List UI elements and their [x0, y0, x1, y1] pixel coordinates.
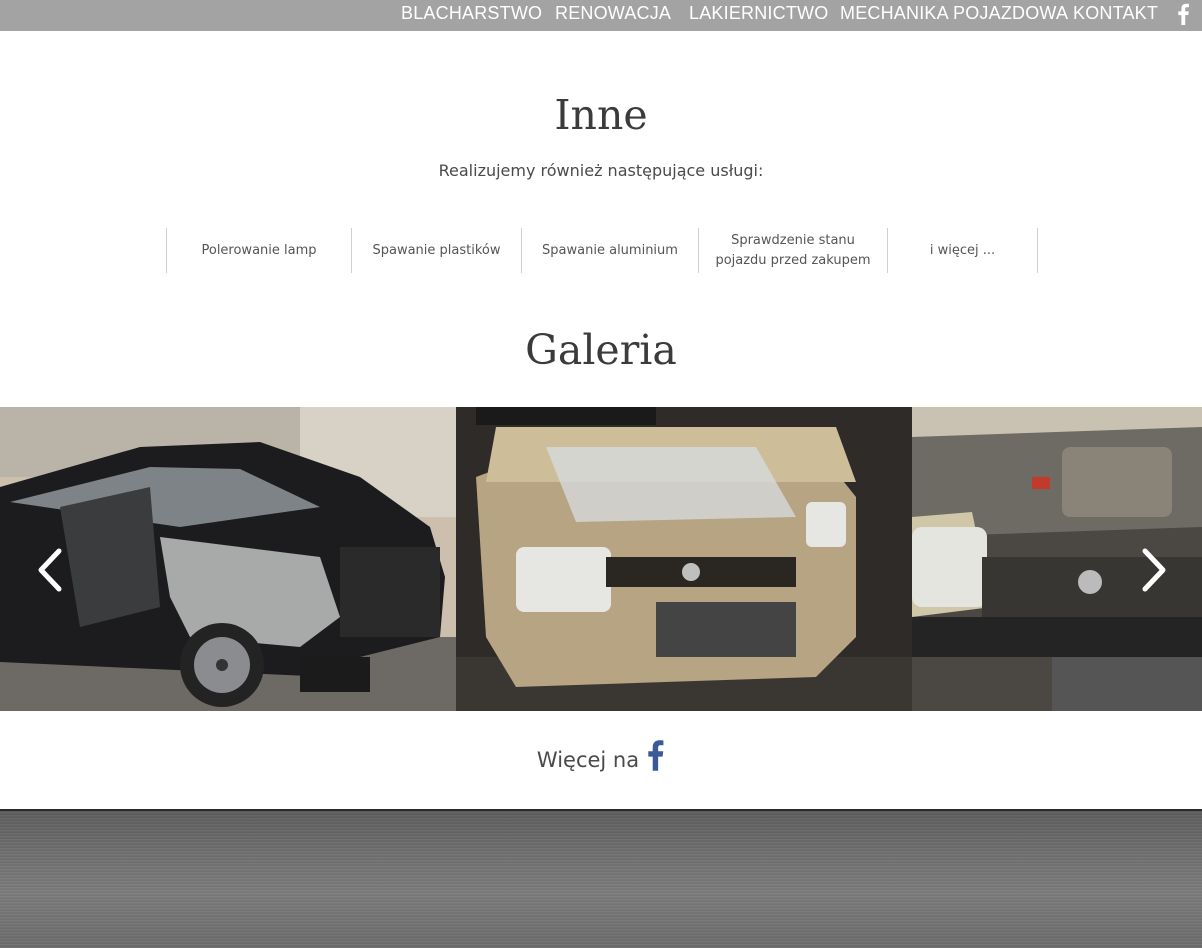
- nav-item-lakiernictwo[interactable]: LAKIERNICTWO: [689, 0, 828, 31]
- service-spawanie-aluminium: Spawanie aluminium: [521, 228, 698, 273]
- facebook-icon: [648, 740, 664, 771]
- inne-title: Inne: [554, 91, 648, 139]
- service-spawanie-plastikow: Spawanie plastików: [351, 228, 521, 273]
- chevron-right-icon: [1142, 548, 1166, 592]
- gallery-carousel: [0, 407, 1202, 711]
- top-navigation: BLACHARSTWO RENOWACJA LAKIERNICTWO MECHA…: [0, 0, 1202, 31]
- service-i-wiecej: i więcej ...: [887, 228, 1037, 273]
- service-polerowanie-lamp: Polerowanie lamp: [166, 228, 351, 273]
- nav-item-renowacja[interactable]: RENOWACJA: [555, 0, 671, 31]
- nav-item-blacharstwo[interactable]: BLACHARSTWO: [401, 0, 542, 31]
- inne-subtitle: Realizujemy również następujące usługi:: [438, 161, 764, 180]
- gallery-next-arrow[interactable]: [1139, 547, 1169, 593]
- chevron-left-icon: [38, 548, 62, 592]
- service-divider: [1037, 228, 1038, 273]
- more-label: Więcej na: [536, 748, 640, 772]
- gallery-prev-arrow[interactable]: [35, 547, 65, 593]
- more-on-facebook-link[interactable]: Więcej na: [0, 740, 1202, 777]
- footer-background: [0, 809, 1202, 948]
- facebook-icon[interactable]: [1176, 3, 1190, 25]
- gallery-title: Galeria: [525, 326, 677, 374]
- footer-divider: [0, 809, 1202, 811]
- nav-item-mechanika-pojazdowa[interactable]: MECHANIKA POJAZDOWA: [840, 0, 1068, 31]
- gallery-photo-2[interactable]: [456, 407, 912, 711]
- nav-item-kontakt[interactable]: KONTAKT: [1073, 0, 1158, 31]
- gallery-photo-1[interactable]: [0, 407, 456, 711]
- service-sprawdzenie-stanu-pojazdu: Sprawdzenie stanu pojazdu przed zakupem: [698, 228, 887, 273]
